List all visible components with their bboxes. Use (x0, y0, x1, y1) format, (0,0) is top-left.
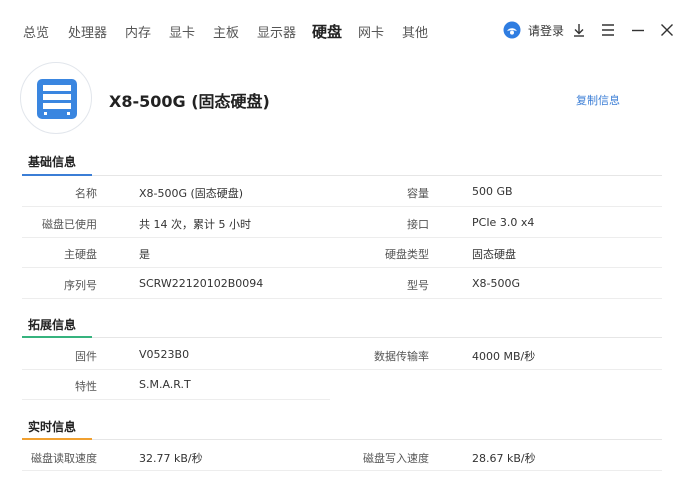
tab-graphics[interactable]: 显卡 (169, 22, 195, 41)
disk-write-speed: 28.67 kB/秒 (472, 452, 536, 465)
row-divider (22, 470, 662, 471)
section-title-realtime: 实时信息 (28, 420, 77, 434)
field-label: 主硬盘 (64, 248, 97, 261)
section-underline-basic (22, 174, 92, 176)
field-value: V0523B0 (139, 348, 190, 361)
field-label: 容量 (407, 187, 429, 200)
section-title-extended: 拓展信息 (28, 318, 77, 332)
field-value: X8-500G (472, 277, 521, 290)
field-label: 接口 (407, 218, 429, 231)
row-divider (22, 298, 662, 299)
tab-memory[interactable]: 内存 (125, 22, 151, 41)
field-label: 序列号 (64, 279, 97, 292)
tab-monitor[interactable]: 显示器 (257, 22, 296, 41)
tab-overview[interactable]: 总览 (23, 22, 49, 41)
menu-button[interactable] (598, 20, 618, 40)
device-icon-badge (20, 62, 92, 134)
field-value: 固态硬盘 (472, 248, 516, 261)
section-divider (92, 439, 662, 440)
hardware-info-window: 总览 处理器 内存 显卡 主板 显示器 硬盘 网卡 其他 请登录 X8-500G… (0, 0, 683, 500)
field-value: PCIe 3.0 x4 (472, 216, 535, 229)
field-label: 数据传输率 (374, 350, 429, 363)
login-label: 请登录 (528, 23, 565, 38)
download-button[interactable] (569, 20, 589, 40)
field-value: 500 GB (472, 185, 513, 198)
close-icon (657, 20, 677, 40)
field-label: 硬盘类型 (385, 248, 429, 261)
field-label: 特性 (75, 380, 97, 393)
field-label: 固件 (75, 350, 97, 363)
field-label: 型号 (407, 279, 429, 292)
field-value: SCRW22120102B0094 (139, 277, 264, 290)
minimize-icon (628, 20, 648, 40)
row-divider (22, 369, 662, 370)
tab-disk[interactable]: 硬盘 (312, 21, 342, 42)
tab-motherboard[interactable]: 主板 (213, 22, 239, 41)
download-icon (569, 20, 589, 40)
row-divider (22, 237, 662, 238)
login-avatar-icon (503, 21, 521, 39)
tab-other[interactable]: 其他 (402, 22, 428, 41)
row-divider (22, 267, 662, 268)
field-value: S.M.A.R.T (139, 378, 191, 391)
device-title: X8-500G (固态硬盘) (109, 92, 270, 111)
section-underline-realtime (22, 438, 92, 440)
section-divider (92, 175, 662, 176)
login-button[interactable]: 请登录 (503, 21, 564, 39)
close-button[interactable] (657, 20, 677, 40)
row-divider (22, 399, 330, 400)
section-underline-extended (22, 336, 92, 338)
tab-processor[interactable]: 处理器 (68, 22, 107, 41)
menu-icon (598, 20, 618, 40)
field-label: 磁盘已使用 (42, 218, 97, 231)
field-value: 4000 MB/秒 (472, 350, 536, 363)
field-label: 磁盘读取速度 (31, 452, 97, 465)
field-value: 是 (139, 248, 150, 261)
copy-info-link[interactable]: 复制信息 (576, 92, 620, 108)
field-label: 名称 (75, 187, 97, 200)
field-value: X8-500G (固态硬盘) (139, 187, 244, 200)
disk-read-speed: 32.77 kB/秒 (139, 452, 203, 465)
minimize-button[interactable] (628, 20, 648, 40)
row-divider (22, 206, 662, 207)
section-title-basic: 基础信息 (28, 155, 77, 169)
tab-network[interactable]: 网卡 (358, 22, 384, 41)
field-label: 磁盘写入速度 (363, 452, 429, 465)
section-divider (92, 337, 662, 338)
field-value: 共 14 次，累计 5 小时 (139, 218, 251, 231)
top-bar: 总览 处理器 内存 显卡 主板 显示器 硬盘 网卡 其他 请登录 (0, 0, 683, 62)
